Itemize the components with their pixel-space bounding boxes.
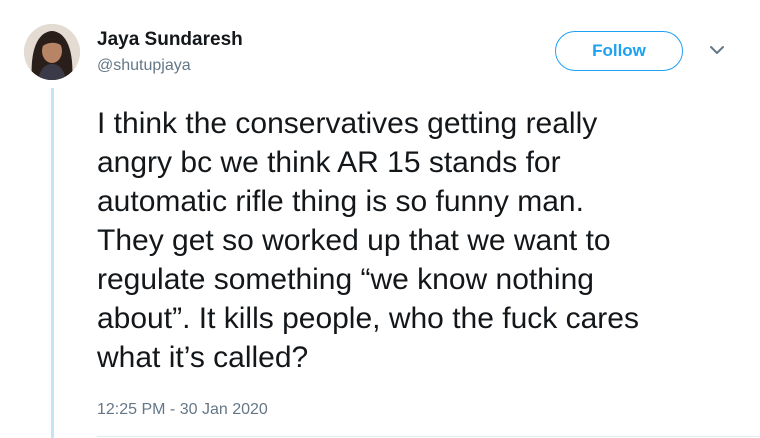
tweet-text-line: regulate something “we know nothing	[97, 263, 594, 296]
avatar[interactable]	[24, 24, 80, 80]
follow-button[interactable]: Follow	[555, 31, 683, 71]
thread-line	[51, 88, 54, 438]
author-handle[interactable]: @shutupjaya	[97, 56, 191, 76]
avatar-image	[24, 24, 80, 80]
tweet-text: I think the conservatives getting really…	[97, 104, 747, 377]
tweet-text-line: I think the conservatives getting really	[97, 107, 598, 140]
tweet-text-line: about”. It kills people, who the fuck ca…	[97, 302, 639, 335]
tweet-text-line: They get so worked up that we want to	[97, 224, 611, 257]
author-display-name[interactable]: Jaya Sundaresh	[97, 28, 243, 52]
divider	[97, 436, 760, 437]
tweet-text-line: automatic rifle thing is so funny man.	[97, 185, 584, 218]
chevron-down-icon[interactable]	[708, 44, 726, 56]
tweet-text-line: angry bc we think AR 15 stands for	[97, 146, 561, 179]
tweet-timestamp[interactable]: 12:25 PM - 30 Jan 2020	[97, 400, 268, 420]
tweet-text-line: what it’s called?	[97, 341, 309, 374]
